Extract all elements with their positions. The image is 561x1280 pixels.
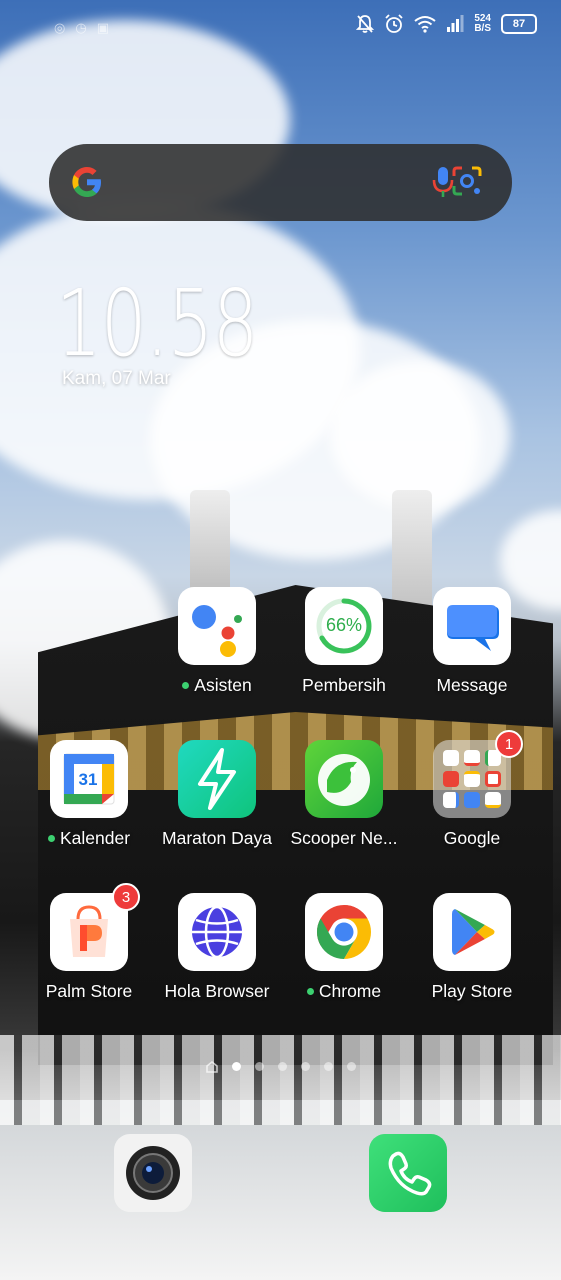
battery-saver-icon[interactable]: [178, 740, 256, 818]
app-pembersih[interactable]: 66% Pembersih: [279, 587, 409, 696]
app-label: Pembersih: [302, 675, 386, 695]
tv-mini-icon: [485, 792, 501, 808]
dock-camera[interactable]: [114, 1134, 192, 1212]
notification-icon: ◷: [75, 20, 87, 35]
wifi-icon: [414, 16, 436, 33]
notification-icon: ▣: [96, 20, 109, 35]
network-speed: 524 B/S: [474, 13, 491, 34]
app-label: Hola Browser: [164, 981, 270, 1001]
page-dot[interactable]: [346, 1062, 356, 1071]
folder-google[interactable]: 1 Google: [407, 730, 537, 849]
page-dot[interactable]: [323, 1062, 333, 1071]
chrome-icon[interactable]: [305, 893, 383, 971]
new-app-dot: [306, 988, 314, 995]
google-assistant-icon[interactable]: [178, 587, 256, 665]
new-app-dot: [182, 682, 190, 689]
page-dot[interactable]: [231, 1062, 241, 1071]
camera-icon: [126, 1146, 180, 1200]
messages-icon[interactable]: [433, 587, 511, 665]
google-mini-icon: [443, 750, 459, 766]
app-label: Asisten: [194, 675, 252, 695]
app-chrome[interactable]: Chrome: [279, 893, 409, 1002]
app-maraton-daya[interactable]: Maraton Daya: [152, 740, 282, 849]
app-hola-browser[interactable]: Hola Browser: [152, 893, 282, 1002]
cleaner-icon[interactable]: 66%: [305, 587, 383, 665]
folder-preview: [443, 750, 501, 808]
app-label: Kalender: [59, 828, 131, 848]
app-scooper-news[interactable]: Scooper Ne...: [279, 740, 409, 849]
app-palm-store[interactable]: 3 Palm Store: [24, 883, 154, 1002]
page-dot[interactable]: [277, 1062, 287, 1071]
play-store-icon[interactable]: [433, 893, 511, 971]
music-mini-icon: [485, 771, 501, 787]
app-label: Message: [436, 675, 508, 695]
app-asisten[interactable]: Asisten: [152, 587, 282, 696]
notification-icon: ◎: [54, 20, 66, 35]
clock-time[interactable]: 10.58: [56, 270, 258, 377]
google-logo-icon[interactable]: [69, 164, 105, 200]
hola-browser-icon[interactable]: [178, 893, 256, 971]
drive-mini-icon: [464, 771, 480, 787]
alarm-icon: [385, 14, 403, 33]
notification-badge: 3: [112, 883, 140, 911]
palm-store-icon[interactable]: 3: [50, 883, 140, 971]
app-label: Play Store: [431, 981, 513, 1001]
notification-badge: 1: [495, 730, 523, 758]
cleaner-percent: 66%: [325, 615, 363, 635]
phone-icon: [388, 1151, 432, 1196]
photos-mini-icon: [443, 792, 459, 808]
app-label: Maraton Daya: [162, 828, 272, 848]
meet-mini-icon: [464, 792, 480, 808]
page-dot[interactable]: [254, 1062, 264, 1071]
app-label: Chrome: [318, 981, 382, 1001]
youtube-mini-icon: [443, 771, 459, 787]
bell-off-icon: [356, 15, 375, 33]
app-label: Palm Store: [45, 981, 133, 1001]
clock-date[interactable]: Kam, 07 Mar: [62, 368, 171, 390]
gmail-mini-icon: [464, 750, 480, 766]
page-indicator[interactable]: [0, 1060, 561, 1073]
google-folder-icon[interactable]: 1: [433, 730, 523, 818]
home-page-icon[interactable]: [205, 1060, 218, 1073]
signal-icon: [447, 15, 464, 32]
page-dot[interactable]: [300, 1062, 310, 1071]
status-bar: ◎ ◷ ▣ 524 B/S 87: [0, 0, 561, 56]
scooper-news-icon[interactable]: [305, 740, 383, 818]
app-label: Google: [443, 828, 501, 848]
calendar-day: 31: [78, 770, 98, 789]
battery-indicator: 87: [501, 14, 537, 34]
app-message[interactable]: Message: [407, 587, 537, 696]
app-label: Scooper Ne...: [290, 828, 398, 848]
app-play-store[interactable]: Play Store: [407, 893, 537, 1002]
app-kalender[interactable]: 31 Kalender: [24, 740, 154, 849]
dock-phone[interactable]: [369, 1134, 447, 1212]
google-search-widget[interactable]: [49, 144, 512, 221]
google-lens-icon[interactable]: [450, 164, 484, 200]
calendar-icon[interactable]: 31: [50, 740, 128, 818]
notification-icons: ◎ ◷ ▣: [54, 20, 109, 36]
new-app-dot: [47, 835, 55, 842]
